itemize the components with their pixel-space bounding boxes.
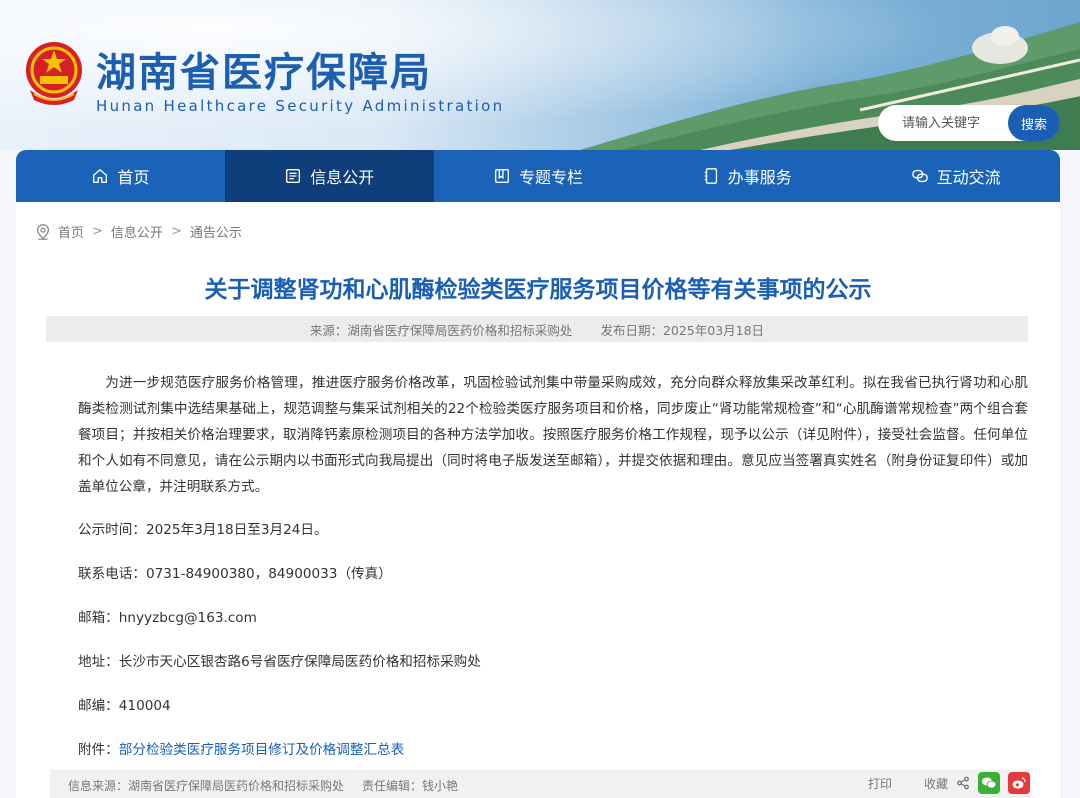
footer-info-source: 信息来源：湖南省医疗保障局医药价格和招标采购处 [68,779,345,793]
site-title: 湖南省医疗保障局 [96,49,432,96]
nav-label: 首页 [117,168,150,187]
home-icon [93,169,108,183]
footer-actions: 打印 收藏 [868,772,1030,794]
breadcrumb-item-notice[interactable]: 通告公示 [190,222,242,241]
footer-info: 信息来源：湖南省医疗保障局医药价格和招标采购处 责任编辑：钱小艳 [68,777,458,794]
article-body: 为进一步规范医疗服务价格管理，推进医疗服务价格改革，巩固检验试剂集中带量采购成效… [78,375,1028,495]
share-icon[interactable] [956,776,970,790]
weibo-icon [1012,777,1026,789]
wechat-share-button[interactable] [978,772,1000,794]
article-source: 来源：湖南省医疗保障局医药价格和招标采购处 [309,322,573,338]
search-button[interactable]: 搜索 [1008,105,1060,141]
publicity-time: 公示时间：2025年3月18日至3月24日。 [78,522,328,538]
main-nav: 首页 信息公开 专题专栏 办事服务 互动交流 [16,150,1060,202]
book-icon [495,169,509,183]
article-title: 关于调整肾功和心肌酶检验类医疗服务项目价格等有关事项的公示 [204,277,872,303]
breadcrumb-separator: > [170,224,182,239]
contact-phone: 联系电话：0731-84900380，84900033（传真） [78,566,392,582]
contact-address: 地址：长沙市天心区银杏路6号省医疗保障局医药价格和招标采购处 [78,654,481,670]
favorite-button[interactable]: 收藏 [924,775,948,792]
contact-email: 邮箱：hnyyzbcg@163.com [78,610,257,626]
notebook-icon [704,168,717,184]
print-button[interactable]: 打印 [868,775,892,792]
location-pin-icon [36,223,50,240]
nav-item-services[interactable]: 办事服务 [642,150,851,202]
breadcrumb-item-info-public[interactable]: 信息公开 [111,222,163,241]
article-footer: 信息来源：湖南省医疗保障局医药价格和招标采购处 责任编辑：钱小艳 打印 收藏 [50,770,1030,798]
attachment-link[interactable]: 部分检验类医疗服务项目修订及价格调整汇总表 [119,742,404,758]
content-panel: 首页 > 信息公开 > 通告公示 关于调整肾功和心肌酶检验类医疗服务项目价格等有… [16,202,1060,798]
national-emblem-icon [26,42,82,105]
nav-label: 互动交流 [936,168,1001,187]
nav-item-interaction[interactable]: 互动交流 [851,150,1060,202]
weibo-share-button[interactable] [1008,772,1030,794]
breadcrumb: 首页 > 信息公开 > 通告公示 [34,222,242,241]
wechat-icon [982,777,997,789]
nav-label: 专题专栏 [518,168,583,187]
footer-editor: 责任编辑：钱小艳 [362,779,459,793]
nav-item-home[interactable]: 首页 [16,150,225,202]
article-meta: 来源：湖南省医疗保障局医药价格和招标采购处 发布日期：2025年03月18日 [46,316,1028,342]
search-input[interactable] [878,105,1008,141]
document-list-icon [286,169,301,183]
site-subtitle: Hunan Healthcare Security Administration [96,97,505,115]
chat-icon [911,169,928,183]
article-date: 发布日期：2025年03月18日 [600,322,765,338]
attachment-label: 附件： [78,742,119,758]
attachment-line: 附件：部分检验类医疗服务项目修订及价格调整汇总表 [78,738,404,758]
nav-item-special-topics[interactable]: 专题专栏 [434,150,643,202]
nav-item-info-public[interactable]: 信息公开 [224,150,434,202]
nav-label: 办事服务 [727,168,792,187]
nav-label: 信息公开 [310,168,375,187]
breadcrumb-item-home[interactable]: 首页 [58,222,84,241]
postcode: 邮编：410004 [78,698,171,714]
breadcrumb-separator: > [92,224,103,239]
